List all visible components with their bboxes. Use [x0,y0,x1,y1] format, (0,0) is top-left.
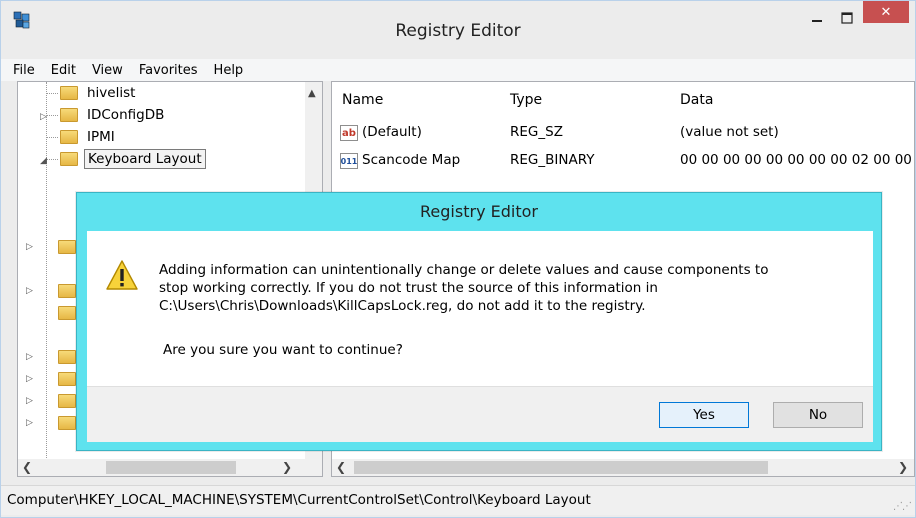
tree-guide-line [46,137,58,138]
scroll-right-icon[interactable]: ❯ [282,460,292,474]
menu-view[interactable]: View [84,63,131,78]
resize-grip-icon[interactable]: ⋰⋰ [893,501,912,512]
tree-guide-line [46,93,58,94]
minimize-icon [812,20,822,22]
dialog-body: Adding information can unintentionally c… [87,231,873,442]
menu-edit[interactable]: Edit [43,63,84,78]
tree-item-hivelist[interactable]: hivelist [60,82,138,104]
expand-arrow-icon[interactable]: ▷ [26,242,33,252]
folder-icon [58,372,76,386]
scroll-up-icon[interactable]: ▲ [308,88,316,99]
expand-arrow-icon[interactable]: ▷ [40,112,47,122]
list-row-default[interactable]: ab (Default) REG_SZ (value not set) [332,122,916,144]
value-type: REG_BINARY [510,152,595,168]
scroll-right-icon[interactable]: ❯ [898,460,908,474]
dialog-message: Adding information can unintentionally c… [159,261,859,315]
binary-value-icon: 011 [340,153,358,169]
menu-file[interactable]: File [5,63,43,78]
status-bar: Computer\HKEY_LOCAL_MACHINE\SYSTEM\Curre… [1,485,915,515]
value-data: (value not set) [680,124,779,140]
folder-icon [60,130,78,144]
folder-icon [60,152,78,166]
confirmation-dialog: Registry Editor Adding information can u… [76,192,882,451]
folder-icon [60,86,78,100]
column-header-name[interactable]: Name [342,92,383,108]
expand-arrow-icon[interactable]: ▷ [26,352,33,362]
dialog-message-line: C:\Users\Chris\Downloads\KillCapsLock.re… [159,298,646,314]
tree-item-keyboard-layout[interactable]: Keyboard Layout [60,148,206,170]
expand-arrow-icon[interactable]: ▷ [26,286,33,296]
tree-horizontal-scrollbar[interactable]: ❮ ❯ [18,459,322,476]
tree-item-label: hivelist [87,85,136,101]
list-scrollbar-thumb[interactable] [354,461,768,474]
dialog-question: Are you sure you want to continue? [163,342,403,358]
expand-arrow-icon[interactable]: ▷ [26,418,33,428]
dialog-message-line: Adding information can unintentionally c… [159,262,769,278]
folder-icon [58,240,76,254]
column-header-data[interactable]: Data [680,92,713,108]
dialog-button-bar: Yes No [87,386,873,442]
tree-item-label: Keyboard Layout [84,149,206,169]
tree-guide-line [46,82,47,462]
folder-icon [58,306,76,320]
expand-arrow-icon[interactable]: ▷ [26,374,33,384]
tree-item-idconfigdb[interactable]: IDConfigDB [60,104,167,126]
column-header-type[interactable]: Type [510,92,542,108]
yes-button[interactable]: Yes [659,402,749,428]
window-title: Registry Editor [395,21,521,41]
folder-icon [60,108,78,122]
title-bar[interactable]: Registry Editor ✕ [1,1,915,59]
folder-icon [58,350,76,364]
collapse-arrow-icon[interactable]: ◢ [40,156,47,166]
value-name: Scancode Map [362,152,461,168]
folder-icon [58,394,76,408]
close-icon: ✕ [880,4,892,20]
tree-item-label: IDConfigDB [87,107,165,123]
warning-icon [106,260,138,290]
scroll-left-icon[interactable]: ❮ [336,460,346,474]
maximize-icon [841,12,853,24]
folder-icon [58,284,76,298]
tree-item-ipmi[interactable]: IPMI [60,126,118,148]
expand-arrow-icon[interactable]: ▷ [26,396,33,406]
tree-guide-line [46,115,58,116]
menu-help[interactable]: Help [206,63,252,78]
list-row-scancode-map[interactable]: 011 Scancode Map REG_BINARY 00 00 00 00 … [332,150,916,172]
minimize-button[interactable] [803,7,831,29]
value-type: REG_SZ [510,124,563,140]
tree-item-label: IPMI [87,129,115,145]
dialog-title: Registry Editor [420,202,538,221]
value-data: 00 00 00 00 00 00 00 00 02 00 00 [680,152,912,168]
folder-icon [58,416,76,430]
no-button[interactable]: No [773,402,863,428]
maximize-button[interactable] [833,7,861,29]
list-horizontal-scrollbar[interactable]: ❮ ❯ [332,459,914,476]
scroll-left-icon[interactable]: ❮ [22,460,32,474]
string-value-icon: ab [340,125,358,141]
dialog-message-line: stop working correctly. If you do not tr… [159,280,658,296]
value-name: (Default) [362,124,422,140]
tree-guide-line [46,159,58,160]
tree-scrollbar-thumb[interactable] [106,461,236,474]
close-button[interactable]: ✕ [863,1,909,23]
current-key-path: Computer\HKEY_LOCAL_MACHINE\SYSTEM\Curre… [7,492,591,508]
menu-favorites[interactable]: Favorites [131,63,206,78]
menu-bar: File Edit View Favorites Help [1,59,915,81]
